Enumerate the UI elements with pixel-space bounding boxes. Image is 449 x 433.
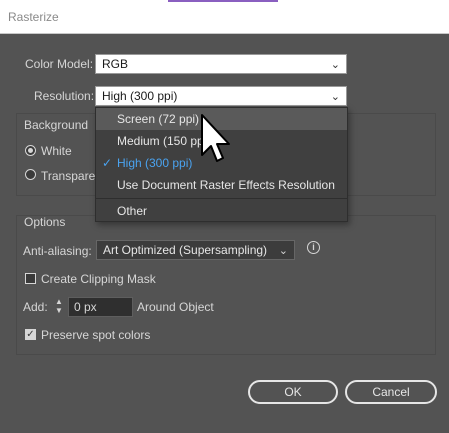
checkmark-icon: ✓: [102, 156, 113, 170]
resolution-option-document[interactable]: Use Document Raster Effects Resolution: [96, 174, 347, 196]
add-label: Add:: [23, 300, 48, 314]
preserve-spot-checkbox[interactable]: ✓: [25, 329, 36, 340]
around-object-label: Around Object: [137, 300, 214, 314]
window-title: Rasterize: [8, 10, 59, 24]
color-model-value: RGB: [102, 57, 129, 71]
anti-aliasing-label: Anti-aliasing:: [23, 244, 92, 258]
resolution-option-high-label: High (300 ppi): [117, 156, 193, 170]
chevron-down-icon: ⌄: [330, 91, 340, 103]
dropdown-divider: [96, 198, 347, 199]
white-radio-label: White: [41, 144, 72, 158]
title-bar: Rasterize: [0, 0, 449, 34]
add-input[interactable]: 0 px: [68, 297, 133, 317]
chevron-down-icon: ⌄: [330, 59, 340, 71]
color-model-label: Color Model:: [25, 57, 94, 71]
options-title: Options: [24, 215, 66, 229]
anti-aliasing-value: Art Optimized (Supersampling): [103, 243, 268, 257]
add-stepper[interactable]: ▲ ▼: [52, 297, 66, 317]
ok-button[interactable]: OK: [248, 380, 338, 404]
resolution-select[interactable]: High (300 ppi) ⌄: [95, 86, 347, 106]
mouse-pointer-icon: [201, 114, 230, 162]
resolution-value: High (300 ppi): [102, 89, 178, 103]
title-accent: [168, 0, 278, 2]
white-radio[interactable]: [25, 145, 36, 156]
chevron-down-icon: ⌄: [278, 245, 288, 257]
color-model-select[interactable]: RGB ⌄: [95, 54, 347, 74]
preserve-spot-label: Preserve spot colors: [41, 328, 151, 342]
transparent-radio[interactable]: [25, 169, 36, 180]
clipping-mask-label: Create Clipping Mask: [41, 272, 156, 286]
resolution-option-other[interactable]: Other: [96, 200, 347, 222]
resolution-label: Resolution:: [34, 89, 95, 103]
info-icon[interactable]: i: [307, 241, 320, 254]
chevron-up-icon[interactable]: ▲: [55, 297, 63, 306]
clipping-mask-checkbox[interactable]: [25, 273, 36, 284]
cancel-button[interactable]: Cancel: [345, 380, 437, 404]
background-title: Background: [24, 118, 89, 132]
chevron-down-icon[interactable]: ▼: [55, 306, 63, 315]
anti-aliasing-select[interactable]: Art Optimized (Supersampling) ⌄: [96, 240, 295, 260]
